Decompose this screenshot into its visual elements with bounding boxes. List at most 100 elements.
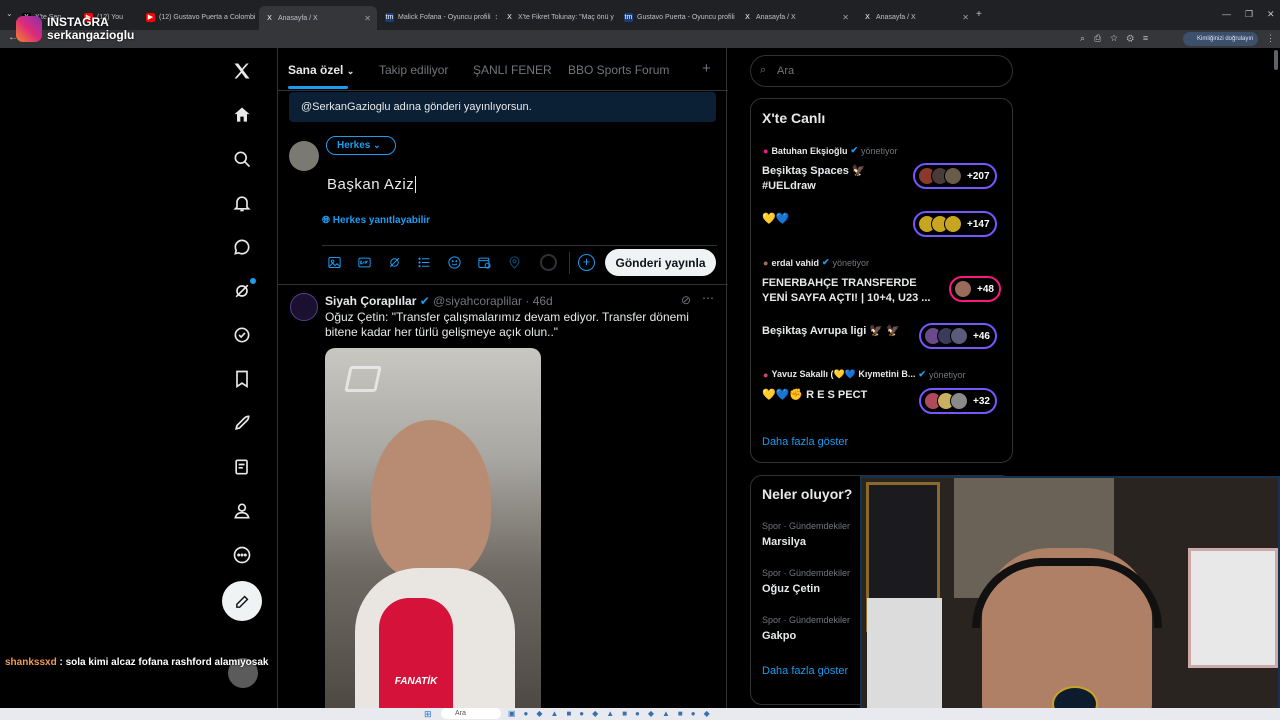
- youtube-favicon-icon: ▶: [146, 12, 155, 22]
- browser-tab[interactable]: X Anasayfa / X ✕: [857, 7, 975, 27]
- space-title[interactable]: 💛💙✊ R E S PECT: [762, 388, 912, 403]
- browser-toolbar-icons[interactable]: ⌕⎙☆⚙≡: [1080, 33, 1157, 44]
- space-host[interactable]: ● Yavuz Sakallı (💛💙 Kıymetini B... ✔ yöneti…: [763, 369, 965, 380]
- tab-sanli-fener[interactable]: ŞANLI FENER: [473, 63, 552, 77]
- search-icon[interactable]: [229, 146, 255, 172]
- windows-start-icon[interactable]: ⊞: [424, 709, 432, 720]
- tweet-author-handle[interactable]: @siyahcoraplilar: [433, 294, 522, 308]
- minimize-icon[interactable]: —: [1222, 9, 1231, 19]
- composer-avatar[interactable]: [289, 141, 319, 171]
- tweet-time[interactable]: 46d: [533, 294, 553, 308]
- x-favicon-icon: X: [507, 13, 512, 21]
- x-logo-icon[interactable]: [229, 58, 255, 84]
- instagram-text: INSTAGRA serkangazioglu: [47, 16, 134, 42]
- tab-takip-ediliyor[interactable]: Takip ediliyor: [379, 63, 448, 77]
- browser-tab[interactable]: XX'te Fikret Tolunay: "Maç önü y✕: [499, 7, 617, 27]
- compose-post-button[interactable]: [222, 581, 262, 621]
- space-listeners-pill[interactable]: +147: [913, 211, 997, 237]
- home-icon[interactable]: [229, 102, 255, 128]
- host-role: yönetiyor: [861, 145, 898, 156]
- show-more-link[interactable]: Daha fazla göster: [762, 436, 848, 448]
- more-icon[interactable]: [229, 542, 255, 568]
- search-icon: ⌕: [760, 64, 767, 76]
- notifications-icon[interactable]: [229, 190, 255, 216]
- trend-item[interactable]: Marsilya: [762, 536, 806, 548]
- close-tab-icon[interactable]: ✕: [364, 14, 371, 23]
- gif-icon[interactable]: [356, 254, 372, 270]
- audience-selector[interactable]: Herkes ⌄: [326, 136, 396, 155]
- tab-sana-ozel[interactable]: Sana özel ⌄: [288, 63, 354, 77]
- browser-tab[interactable]: ▶(12) Gustavo Puerta a Colombi✕: [140, 7, 258, 27]
- close-window-icon[interactable]: ✕: [1267, 9, 1275, 20]
- jobs-rocket-icon[interactable]: [229, 410, 255, 436]
- taskbar-apps[interactable]: ▣●◆▲■●◆▲■●◆▲■●◆: [508, 709, 718, 718]
- browser-tab-active[interactable]: X Anasayfa / X ✕: [259, 6, 377, 30]
- tweet-author-name[interactable]: Siyah Çoraplılar: [325, 294, 416, 308]
- space-listeners-pill[interactable]: +32: [919, 388, 997, 414]
- more-options-icon[interactable]: ⋯: [702, 291, 714, 305]
- trend-item[interactable]: Oğuz Çetin: [762, 583, 820, 595]
- poll-icon[interactable]: [416, 254, 432, 270]
- trends-title: Neler oluyor?: [762, 486, 853, 502]
- webcam-feed: [860, 476, 1280, 720]
- tweet-author-avatar[interactable]: [290, 293, 318, 321]
- browser-tab[interactable]: tmGustavo Puerta - Oyuncu profili✕: [618, 7, 736, 27]
- verified-orgs-icon[interactable]: [229, 322, 255, 348]
- grok-image-icon[interactable]: [386, 254, 402, 270]
- close-tab-icon[interactable]: ✕: [495, 13, 497, 22]
- browser-tab[interactable]: X Anasayfa / X ✕: [737, 7, 855, 27]
- close-tab-icon[interactable]: ✕: [842, 13, 849, 22]
- trend-item[interactable]: Gakpo: [762, 630, 796, 642]
- trends-show-more-link[interactable]: Daha fazla göster: [762, 665, 848, 677]
- messages-icon[interactable]: [229, 234, 255, 260]
- new-tab-icon[interactable]: +: [976, 9, 982, 20]
- divider: [569, 252, 570, 274]
- verified-badge-icon: ✔: [419, 294, 430, 308]
- add-post-thread-icon[interactable]: +: [578, 254, 595, 271]
- restore-icon[interactable]: ❐: [1245, 9, 1253, 20]
- space-listeners-pill[interactable]: +46: [919, 323, 997, 349]
- grok-icon[interactable]: [229, 278, 256, 304]
- browser-menu-icon[interactable]: ⋮: [1266, 33, 1275, 44]
- host-role: yönetiyor: [928, 369, 966, 380]
- close-tab-icon[interactable]: ✕: [962, 13, 969, 22]
- tab-bbo-sports-forum[interactable]: BBO Sports Forum: [568, 63, 669, 77]
- add-tab-button[interactable]: +: [702, 60, 711, 77]
- emoji-icon[interactable]: [446, 254, 462, 270]
- host-avatar-icon: ●: [763, 257, 769, 268]
- space-title[interactable]: 💛💙: [762, 212, 902, 227]
- post-button[interactable]: Gönderi yayınla: [605, 249, 716, 276]
- location-icon[interactable]: [506, 254, 522, 270]
- listener-avatar: [944, 167, 962, 185]
- browser-tab[interactable]: tm Malick Fofana - Oyuncu profili ✕: [379, 7, 497, 27]
- scrollbar-thumb[interactable]: [1274, 50, 1278, 70]
- tweet-video[interactable]: FANATİK: [325, 348, 541, 720]
- taskbar-search[interactable]: Ara: [441, 708, 501, 719]
- media-icon[interactable]: [326, 254, 342, 270]
- tab-list-icon[interactable]: ⌄: [6, 9, 13, 18]
- globe-icon: 🌐︎: [322, 215, 330, 226]
- lists-icon[interactable]: [229, 454, 255, 480]
- host-avatar-icon: ●: [763, 145, 769, 156]
- compose-textarea[interactable]: Başkan Aziz: [327, 176, 417, 193]
- space-listeners-pill[interactable]: +207: [913, 163, 997, 189]
- trend-category: Spor · Gündemdekiler: [762, 568, 851, 578]
- space-title[interactable]: FENERBAHÇE TRANSFERDE YENİ SAYFA AÇTI! |…: [762, 276, 938, 306]
- schedule-icon[interactable]: [476, 254, 492, 270]
- profile-verify-chip[interactable]: Kimliğinizi doğrulayın: [1183, 32, 1258, 46]
- space-host[interactable]: ● erdal vahid ✔ yönetiyor: [763, 257, 869, 268]
- grok-explain-icon[interactable]: ⊘: [681, 293, 691, 307]
- search-input[interactable]: Ara: [750, 55, 1013, 87]
- profile-icon[interactable]: [229, 498, 255, 524]
- listener-avatar: [944, 215, 962, 233]
- space-host[interactable]: ● Batuhan Ekşioğlu ✔ yönetiyor: [763, 145, 898, 156]
- tab-label: Anasayfa / X: [876, 13, 916, 21]
- space-listeners-pill[interactable]: +48: [949, 276, 1001, 302]
- notification-dot: [250, 278, 256, 284]
- space-title[interactable]: Beşiktaş Spaces 🦅 #UELdraw: [762, 164, 902, 194]
- space-title[interactable]: Beşiktaş Avrupa ligi 🦅 🦅: [762, 324, 912, 339]
- separator-dot: ·: [525, 294, 530, 308]
- bookmarks-icon[interactable]: [229, 366, 255, 392]
- reply-setting-button[interactable]: 🌐︎ Herkes yanıtlayabilir: [322, 215, 430, 226]
- instagram-overlay: INSTAGRA serkangazioglu: [16, 16, 134, 42]
